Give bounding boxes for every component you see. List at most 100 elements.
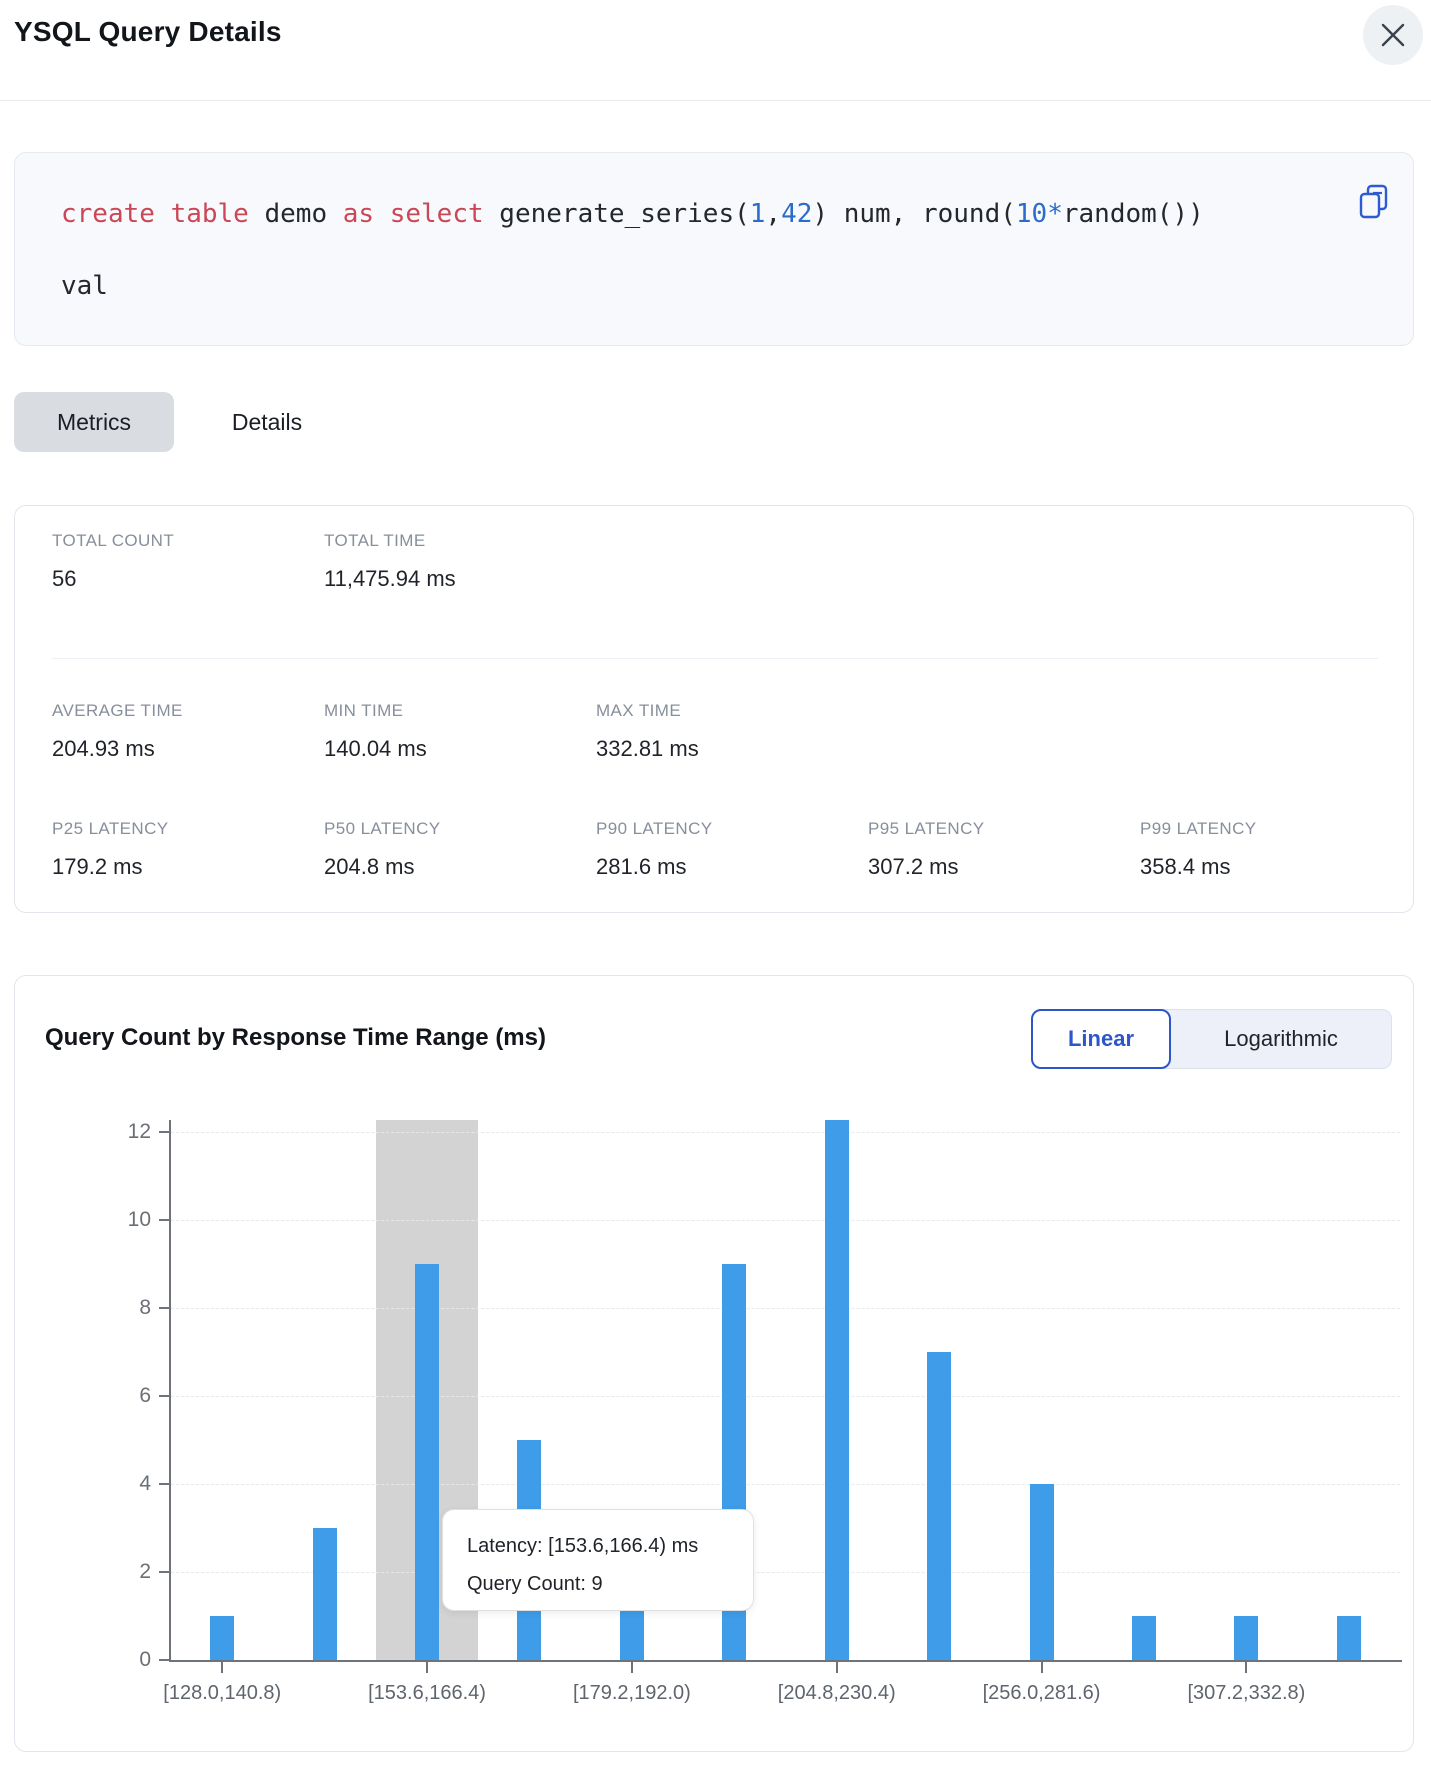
toggle-logarithmic-button[interactable]: Logarithmic [1171, 1010, 1391, 1068]
histogram-bar[interactable] [415, 1264, 439, 1660]
sql-token-number: 1 [750, 199, 766, 229]
y-axis-tick [159, 1571, 169, 1573]
sql-token-keyword: create table [61, 199, 249, 229]
latency-histogram-card: Query Count by Response Time Range (ms) … [14, 975, 1414, 1752]
y-axis-tick-label: 2 [91, 1560, 151, 1584]
metric-p25-latency: P25 LATENCY 179.2 ms [52, 818, 324, 882]
histogram-bar[interactable] [210, 1616, 234, 1660]
metrics-row-totals: TOTAL COUNT 56 TOTAL TIME 11,475.94 ms [52, 530, 596, 594]
metric-min-time: MIN TIME 140.04 ms [324, 700, 596, 764]
metric-value: 332.81 ms [596, 734, 868, 764]
y-axis-tick-label: 6 [91, 1384, 151, 1408]
y-axis-tick [159, 1659, 169, 1661]
histogram-bar[interactable] [927, 1352, 951, 1660]
sql-token-number: 42 [781, 199, 812, 229]
metric-value: 179.2 ms [52, 852, 324, 882]
sql-token-keyword: as select [343, 199, 484, 229]
x-axis-tick-label: [256.0,281.6) [927, 1682, 1157, 1705]
x-axis-tick [631, 1662, 633, 1673]
metric-label: P50 LATENCY [324, 818, 596, 840]
sql-query-block: create table demo as select generate_ser… [14, 152, 1414, 346]
metrics-row-times: AVERAGE TIME 204.93 ms MIN TIME 140.04 m… [52, 700, 868, 764]
y-gridline [171, 1396, 1400, 1397]
metric-average-time: AVERAGE TIME 204.93 ms [52, 700, 324, 764]
y-gridline [171, 1132, 1400, 1133]
metric-value: 204.8 ms [324, 852, 596, 882]
metric-p90-latency: P90 LATENCY 281.6 ms [596, 818, 868, 882]
metric-label: AVERAGE TIME [52, 700, 324, 722]
metric-p99-latency: P99 LATENCY 358.4 ms [1140, 818, 1412, 882]
metrics-summary-card: TOTAL COUNT 56 TOTAL TIME 11,475.94 ms A… [14, 505, 1414, 913]
y-axis-tick-label: 8 [91, 1296, 151, 1320]
sql-token-number: 10* [1016, 199, 1063, 229]
metric-p95-latency: P95 LATENCY 307.2 ms [868, 818, 1140, 882]
metric-label: P95 LATENCY [868, 818, 1140, 840]
page-title: YSQL Query Details [14, 16, 282, 48]
y-axis-tick [159, 1307, 169, 1309]
tab-metrics[interactable]: Metrics [14, 392, 174, 452]
histogram-bar[interactable] [1132, 1616, 1156, 1660]
tab-details[interactable]: Details [212, 392, 322, 452]
sql-query-line-2: val [61, 268, 108, 304]
metric-p50-latency: P50 LATENCY 204.8 ms [324, 818, 596, 882]
x-axis-tick [836, 1662, 838, 1673]
x-axis-line [169, 1660, 1402, 1662]
metrics-divider [52, 658, 1378, 659]
x-axis-tick-label: [128.0,140.8) [107, 1682, 337, 1705]
sql-token-plain: ) num, round( [812, 199, 1016, 229]
y-axis-tick [159, 1483, 169, 1485]
metric-label: MIN TIME [324, 700, 596, 722]
metric-value: 204.93 ms [52, 734, 324, 764]
y-axis-tick-label: 12 [91, 1120, 151, 1144]
toggle-linear-button[interactable]: Linear [1031, 1009, 1171, 1069]
metric-label: MAX TIME [596, 700, 868, 722]
x-axis-tick-label: [153.6,166.4) [312, 1682, 542, 1705]
y-axis-line [169, 1120, 171, 1662]
header-divider [0, 100, 1431, 101]
y-axis-tick [159, 1395, 169, 1397]
histogram-bar[interactable] [825, 1120, 849, 1660]
metric-label: TOTAL COUNT [52, 530, 324, 552]
histogram-bar[interactable] [1030, 1484, 1054, 1660]
histogram-bar[interactable] [1234, 1616, 1258, 1660]
y-gridline [171, 1484, 1400, 1485]
y-gridline [171, 1308, 1400, 1309]
metric-value: 307.2 ms [868, 852, 1140, 882]
x-axis-tick [1245, 1662, 1247, 1673]
metric-max-time: MAX TIME 332.81 ms [596, 700, 868, 764]
chart-title: Query Count by Response Time Range (ms) [45, 1024, 546, 1052]
y-gridline [171, 1220, 1400, 1221]
x-axis-tick [221, 1662, 223, 1673]
scale-toggle-group: Linear Logarithmic [1031, 1009, 1392, 1069]
y-axis-tick [159, 1131, 169, 1133]
sql-token-plain: random()) [1063, 199, 1204, 229]
tooltip-latency-range: Latency: [153.6,166.4) ms [467, 1530, 753, 1562]
ysql-query-details-modal: YSQL Query Details create table demo as … [0, 0, 1431, 1765]
metric-label: TOTAL TIME [324, 530, 596, 552]
y-axis-tick-label: 0 [91, 1648, 151, 1672]
y-axis-tick-label: 4 [91, 1472, 151, 1496]
x-axis-tick-label: [204.8,230.4) [722, 1682, 952, 1705]
metric-value: 11,475.94 ms [324, 564, 596, 594]
tooltip-query-count: Query Count: 9 [467, 1568, 753, 1600]
metric-value: 56 [52, 564, 324, 594]
metric-total-count: TOTAL COUNT 56 [52, 530, 324, 594]
metric-label: P99 LATENCY [1140, 818, 1412, 840]
metric-value: 358.4 ms [1140, 852, 1412, 882]
sql-query-line-1: create table demo as select generate_ser… [61, 196, 1204, 232]
copy-query-button[interactable] [1356, 181, 1396, 223]
histogram-bar[interactable] [313, 1528, 337, 1660]
metric-label: P25 LATENCY [52, 818, 324, 840]
histogram-bar[interactable] [1337, 1616, 1361, 1660]
x-axis-tick-label: [179.2,192.0) [517, 1682, 747, 1705]
metric-label: P90 LATENCY [596, 818, 868, 840]
metric-value: 140.04 ms [324, 734, 596, 764]
x-axis-tick [1041, 1662, 1043, 1673]
y-gridline [171, 1572, 1400, 1573]
sql-token-plain: generate_series( [484, 199, 750, 229]
close-button[interactable] [1363, 5, 1423, 65]
metric-total-time: TOTAL TIME 11,475.94 ms [324, 530, 596, 594]
y-axis-tick [159, 1219, 169, 1221]
x-axis-tick [426, 1662, 428, 1673]
sql-token-plain: , [765, 199, 781, 229]
